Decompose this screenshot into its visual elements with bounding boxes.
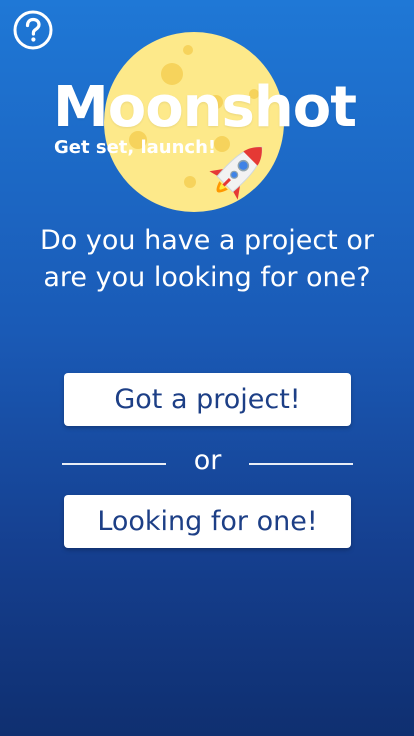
rocket-icon — [209, 146, 263, 200]
help-button[interactable] — [13, 10, 53, 50]
onboarding-question: Do you have a project or are you looking… — [40, 225, 374, 293]
or-separator: or — [193, 445, 222, 476]
app-title: Moonshot — [53, 75, 357, 140]
divider-line-right — [249, 463, 353, 465]
question-circle-icon — [13, 10, 53, 50]
screen: Moonshot Get set, launch! Do you have a … — [0, 0, 414, 736]
app-tagline: Get set, launch! — [54, 137, 217, 158]
looking-for-one-button[interactable]: Looking for one! — [64, 495, 351, 548]
divider-line-left — [62, 463, 166, 465]
got-a-project-button[interactable]: Got a project! — [64, 373, 351, 426]
